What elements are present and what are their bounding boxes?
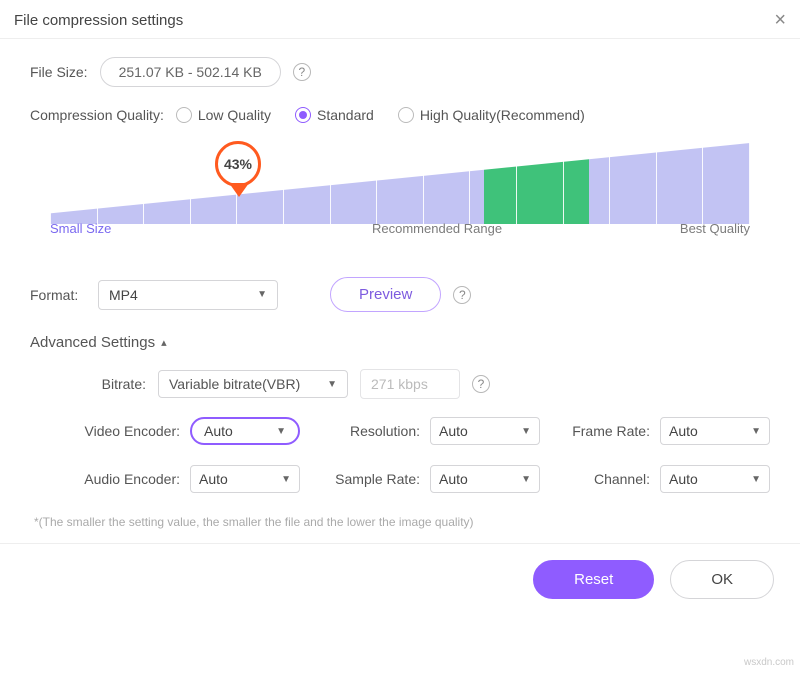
- channel-select[interactable]: Auto ▼: [660, 465, 770, 493]
- format-select[interactable]: MP4 ▼: [98, 280, 278, 310]
- quality-row: Compression Quality: Low Quality Standar…: [30, 107, 770, 123]
- slider-track: [50, 143, 750, 231]
- frame-rate-value: Auto: [669, 423, 698, 439]
- file-size-row: File Size: 251.07 KB - 502.14 KB ?: [30, 57, 770, 87]
- window-title: File compression settings: [14, 12, 183, 29]
- frame-rate-select[interactable]: Auto ▼: [660, 417, 770, 445]
- chevron-down-icon: ▼: [521, 426, 531, 437]
- dialog-footer: Reset OK: [0, 543, 800, 619]
- sample-rate-label: Sample Rate:: [300, 471, 430, 487]
- sample-rate-select[interactable]: Auto ▼: [430, 465, 540, 493]
- file-size-value[interactable]: 251.07 KB - 502.14 KB: [100, 57, 281, 87]
- bitrate-placeholder: 271 kbps: [371, 376, 428, 392]
- help-icon[interactable]: ?: [472, 375, 490, 393]
- pin-tail-icon: [229, 183, 249, 197]
- chevron-down-icon: ▼: [751, 474, 761, 485]
- chevron-up-icon: ▴: [161, 336, 167, 349]
- help-icon[interactable]: ?: [293, 63, 311, 81]
- audio-encoder-label: Audio Encoder:: [60, 471, 190, 487]
- format-label: Format:: [30, 287, 86, 303]
- watermark: wsxdn.com: [744, 657, 794, 668]
- help-icon[interactable]: ?: [453, 286, 471, 304]
- audio-encoder-value: Auto: [199, 471, 228, 487]
- resolution-select[interactable]: Auto ▼: [430, 417, 540, 445]
- audio-encoder-select[interactable]: Auto ▼: [190, 465, 300, 493]
- compression-dialog: File compression settings × File Size: 2…: [0, 0, 800, 619]
- close-icon[interactable]: ×: [774, 10, 786, 30]
- chevron-down-icon: ▼: [276, 426, 286, 437]
- quality-label: Compression Quality:: [30, 107, 164, 123]
- format-row: Format: MP4 ▼ Preview ?: [30, 277, 770, 312]
- slider-recommended-label: Recommended Range: [372, 221, 502, 236]
- video-encoder-label: Video Encoder:: [60, 423, 190, 439]
- slider-small-label: Small Size: [50, 221, 111, 236]
- frame-rate-label: Frame Rate:: [540, 423, 660, 439]
- advanced-settings-toggle[interactable]: Advanced Settings ▴: [30, 334, 770, 351]
- resolution-label: Resolution:: [300, 423, 430, 439]
- bitrate-row: Bitrate: Variable bitrate(VBR) ▼ 271 kbp…: [90, 369, 770, 399]
- quality-standard-label: Standard: [317, 107, 374, 123]
- quality-option-high[interactable]: High Quality(Recommend): [398, 107, 585, 123]
- radio-icon: [295, 107, 311, 123]
- slider-value: 43%: [215, 141, 261, 187]
- format-value: MP4: [109, 287, 138, 303]
- chevron-down-icon: ▼: [281, 474, 291, 485]
- chevron-down-icon: ▼: [257, 289, 267, 300]
- radio-icon: [176, 107, 192, 123]
- chevron-down-icon: ▼: [521, 474, 531, 485]
- video-encoder-select[interactable]: Auto ▼: [190, 417, 300, 445]
- advanced-grid: Video Encoder: Auto ▼ Resolution: Auto ▼…: [60, 417, 770, 493]
- advanced-footnote: *(The smaller the setting value, the sma…: [34, 515, 770, 529]
- slider-handle[interactable]: 43%: [215, 141, 263, 201]
- slider-best-label: Best Quality: [680, 221, 750, 236]
- bitrate-label: Bitrate:: [90, 376, 146, 392]
- channel-value: Auto: [669, 471, 698, 487]
- advanced-header-label: Advanced Settings: [30, 334, 155, 351]
- bitrate-mode-value: Variable bitrate(VBR): [169, 376, 300, 392]
- file-size-label: File Size:: [30, 64, 88, 80]
- radio-icon: [398, 107, 414, 123]
- quality-high-label: High Quality(Recommend): [420, 107, 585, 123]
- slider-labels: Small Size Recommended Range Best Qualit…: [50, 221, 750, 236]
- quality-option-low[interactable]: Low Quality: [176, 107, 271, 123]
- sample-rate-value: Auto: [439, 471, 468, 487]
- chevron-down-icon: ▼: [327, 379, 337, 390]
- preview-button[interactable]: Preview: [330, 277, 441, 312]
- bitrate-mode-select[interactable]: Variable bitrate(VBR) ▼: [158, 370, 348, 398]
- quality-low-label: Low Quality: [198, 107, 271, 123]
- ok-button[interactable]: OK: [670, 560, 774, 599]
- quality-radio-group: Low Quality Standard High Quality(Recomm…: [176, 107, 585, 123]
- titlebar: File compression settings ×: [0, 0, 800, 39]
- quality-option-standard[interactable]: Standard: [295, 107, 374, 123]
- bitrate-input[interactable]: 271 kbps: [360, 369, 460, 399]
- channel-label: Channel:: [540, 471, 660, 487]
- reset-button[interactable]: Reset: [533, 560, 654, 599]
- compression-slider[interactable]: 43% Small Size Recommended Range Best Qu…: [50, 143, 750, 253]
- video-encoder-value: Auto: [204, 423, 233, 439]
- chevron-down-icon: ▼: [751, 426, 761, 437]
- dialog-content: File Size: 251.07 KB - 502.14 KB ? Compr…: [0, 39, 800, 543]
- resolution-value: Auto: [439, 423, 468, 439]
